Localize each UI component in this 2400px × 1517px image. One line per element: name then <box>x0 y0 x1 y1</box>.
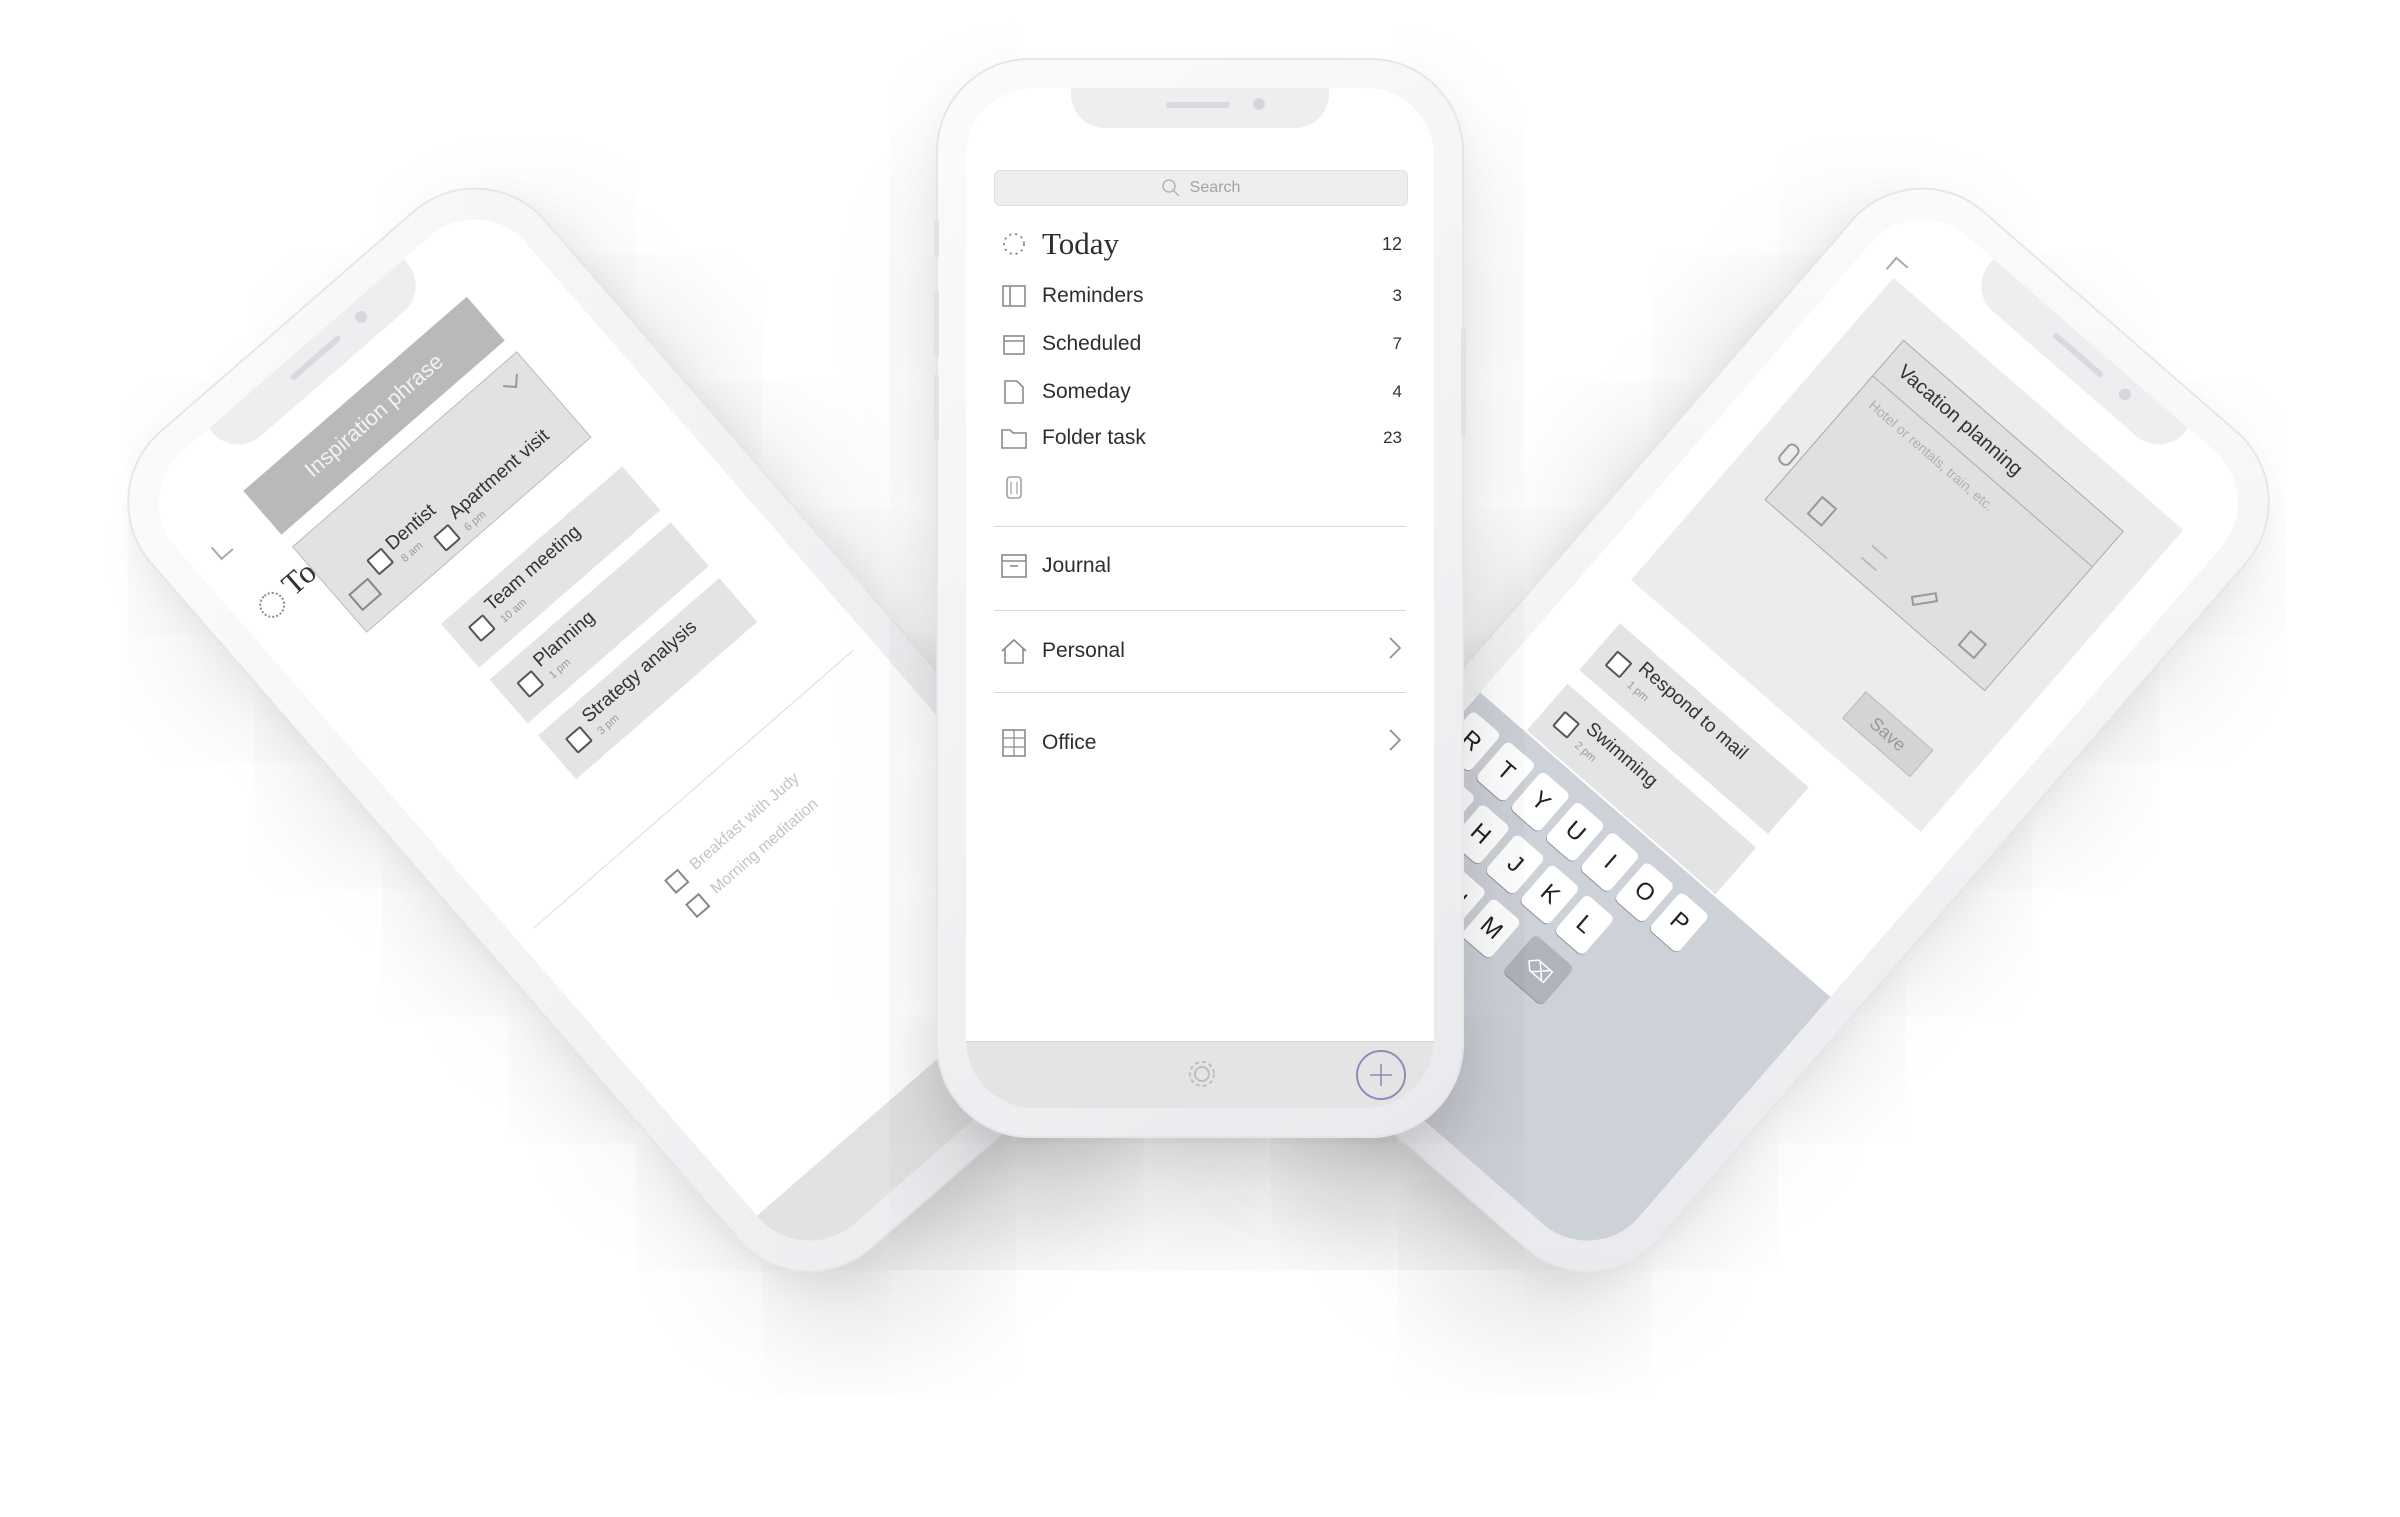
task-title: Apartment visit <box>444 425 554 524</box>
list-item-label: Journal <box>1042 554 1111 577</box>
task-checkbox[interactable] <box>1604 650 1633 679</box>
calendar-icon <box>1000 330 1028 358</box>
section-divider <box>994 526 1406 527</box>
trash-row[interactable] <box>1000 472 1402 500</box>
section-divider <box>994 610 1406 611</box>
list-item-label: Reminders <box>1042 284 1144 307</box>
note-card[interactable]: Vacation planning Hotel or rentals, trai… <box>1764 339 2124 692</box>
list-item-label: Office <box>1042 730 1097 754</box>
list-item-count: 23 <box>1383 428 1402 447</box>
side-button <box>934 374 939 442</box>
list-item-office[interactable]: Office <box>1000 728 1402 757</box>
task-title: Respond to mail <box>1634 658 1752 765</box>
list-item-count: 3 <box>1392 286 1402 305</box>
trash-icon <box>1000 472 1028 500</box>
list-item-label: Someday <box>1042 380 1131 403</box>
list-item-label: Folder task <box>1042 426 1146 449</box>
list-item-journal[interactable]: Journal <box>1000 552 1402 580</box>
notch <box>1071 88 1329 128</box>
archive-box-icon <box>1000 552 1028 580</box>
building-icon <box>1000 728 1028 757</box>
list-item-personal[interactable]: Personal <box>1000 636 1402 665</box>
center-phone-screen: Search Today 12 Reminders 3 Scheduled 7 … <box>966 88 1434 1108</box>
side-button <box>934 290 939 358</box>
list-item-reminders[interactable]: Reminders 3 <box>1000 282 1402 310</box>
chevron-right-icon <box>1388 728 1402 757</box>
today-row[interactable]: Today 12 <box>1000 226 1402 262</box>
task-checkbox[interactable] <box>1551 710 1581 739</box>
today-label: Today <box>1042 226 1120 261</box>
section-divider <box>994 692 1406 693</box>
search-icon <box>1161 179 1180 197</box>
list-item-count: 4 <box>1392 382 1402 401</box>
back-chevron-icon[interactable] <box>1885 256 1909 280</box>
add-button[interactable] <box>1356 1050 1406 1100</box>
chevron-right-icon <box>1388 636 1402 665</box>
list-item-folder-task[interactable]: Folder task 23 <box>1000 424 1402 452</box>
book-icon <box>348 577 383 612</box>
list-item-count: 7 <box>1392 334 1402 353</box>
note-body[interactable]: Hotel or rentals, train, etc. <box>1866 397 1997 514</box>
side-button <box>934 220 939 258</box>
list-item-label: Personal <box>1042 638 1125 662</box>
list-item-label: Scheduled <box>1042 332 1142 355</box>
document-icon <box>1000 378 1028 406</box>
task-checkbox[interactable] <box>516 669 545 699</box>
document-icon[interactable] <box>1806 495 1838 527</box>
list-icon[interactable] <box>1860 544 1888 572</box>
task-title: Team meeting <box>480 521 585 616</box>
book-icon <box>1000 282 1028 310</box>
folder-icon <box>1000 424 1028 452</box>
bottom-tabbar <box>966 1041 1434 1108</box>
list-item-scheduled[interactable]: Scheduled 7 <box>1000 330 1402 358</box>
note-title[interactable]: Vacation planning <box>1893 361 2026 482</box>
calendar-icon[interactable] <box>1957 629 1988 660</box>
search-bar[interactable]: Search <box>994 170 1408 206</box>
checked-box-icon <box>664 868 690 894</box>
sun-icon <box>1000 230 1028 258</box>
search-placeholder: Search <box>1189 179 1241 196</box>
home-icon <box>1000 637 1028 665</box>
gear-icon[interactable] <box>1184 1056 1220 1097</box>
task-checkbox[interactable] <box>432 523 462 552</box>
collapse-chevron-icon[interactable] <box>503 373 518 389</box>
task-checkbox[interactable] <box>366 547 395 576</box>
back-chevron-icon[interactable] <box>210 537 234 561</box>
save-button[interactable]: Save <box>1842 691 1934 778</box>
center-phone: Search Today 12 Reminders 3 Scheduled 7 … <box>934 60 1466 1136</box>
today-count: 12 <box>1381 233 1402 254</box>
sun-icon <box>253 586 291 624</box>
plus-icon <box>1370 1064 1392 1086</box>
backspace-key[interactable]: ⌫ <box>1502 933 1575 1006</box>
section-divider <box>533 649 854 929</box>
task-checkbox[interactable] <box>564 725 594 754</box>
list-item-someday[interactable]: Someday 4 <box>1000 378 1402 406</box>
note-title-underline <box>1872 375 2093 567</box>
side-button <box>1461 328 1466 438</box>
task-checkbox[interactable] <box>467 613 496 643</box>
checked-box-icon <box>685 892 711 919</box>
pencil-icon[interactable] <box>1910 592 1939 607</box>
mockup-scene: Inspiration phrase Today Dentist 8 am Ap… <box>0 0 2400 1517</box>
